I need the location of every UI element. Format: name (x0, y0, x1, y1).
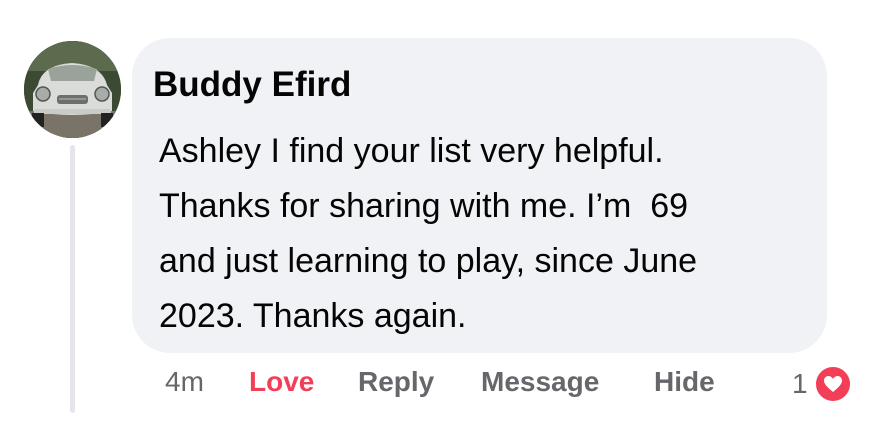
comment-text-line: 2023. Thanks again. (159, 297, 467, 335)
comment-bubble: Buddy Efird Ashley I find your list very… (132, 38, 827, 353)
comment-text-line: Thanks for sharing with me. I’m 69 (159, 187, 689, 225)
reaction-count: 1 (792, 368, 808, 399)
reaction-summary[interactable]: 1 (792, 364, 852, 404)
heart-icon (813, 365, 852, 403)
comment-text-line: Ashley I find your list very helpful. (159, 132, 664, 170)
comment-text-line: and just learning to play, since June (159, 242, 698, 280)
comment-timestamp[interactable]: 4m (165, 364, 204, 400)
message-button[interactable]: Message (481, 364, 599, 400)
avatar[interactable] (24, 41, 121, 138)
car-photo-icon (24, 41, 121, 138)
hide-button[interactable]: Hide (654, 364, 715, 400)
love-button[interactable]: Love (249, 364, 314, 400)
reply-button[interactable]: Reply (358, 364, 434, 400)
comment-author[interactable]: Buddy Efird (153, 65, 351, 105)
thread-line (70, 145, 75, 413)
comment-text: Ashley I find your list very helpful. Th… (159, 124, 809, 344)
